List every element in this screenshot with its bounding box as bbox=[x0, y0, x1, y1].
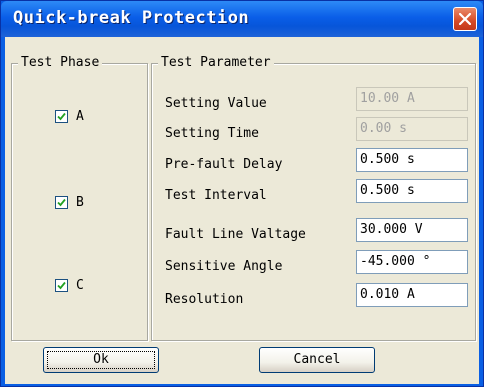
phase-c-checkbox[interactable]: C bbox=[55, 278, 84, 293]
setting-value-label: Setting Value bbox=[165, 96, 267, 111]
dialog-body: Test Phase A B C Test Parameter Setting … bbox=[5, 37, 479, 384]
phase-a-label: A bbox=[76, 109, 84, 124]
window-title: Quick-break Protection bbox=[13, 8, 250, 28]
phase-a-checkbox[interactable]: A bbox=[55, 109, 84, 124]
checkbox-box[interactable] bbox=[55, 110, 68, 123]
test-interval-field[interactable]: 0.500 s bbox=[356, 179, 468, 203]
setting-value-field: 10.00 A bbox=[356, 87, 468, 111]
resolution-label: Resolution bbox=[165, 292, 244, 307]
ok-button[interactable]: Ok bbox=[43, 347, 159, 373]
test-interval-label: Test Interval bbox=[165, 188, 267, 203]
close-button[interactable] bbox=[453, 7, 477, 31]
resolution-field[interactable]: 0.010 A bbox=[356, 283, 468, 307]
phase-b-checkbox[interactable]: B bbox=[55, 195, 84, 210]
phase-b-label: B bbox=[76, 195, 84, 210]
cancel-button[interactable]: Cancel bbox=[259, 347, 375, 373]
setting-time-label: Setting Time bbox=[165, 126, 259, 141]
checkbox-box[interactable] bbox=[55, 279, 68, 292]
dialog-window: Quick-break Protection Test Phase A B C … bbox=[0, 0, 484, 387]
sensitive-angle-field[interactable]: -45.000 ° bbox=[356, 250, 468, 274]
pre-fault-delay-field[interactable]: 0.500 s bbox=[356, 148, 468, 172]
sensitive-angle-label: Sensitive Angle bbox=[165, 259, 283, 274]
test-parameter-label: Test Parameter bbox=[158, 55, 274, 70]
title-bar[interactable]: Quick-break Protection bbox=[1, 1, 483, 37]
checkbox-box[interactable] bbox=[55, 196, 68, 209]
pre-fault-delay-label: Pre-fault Delay bbox=[165, 157, 283, 172]
fault-line-voltage-label: Fault Line Valtage bbox=[165, 227, 306, 242]
setting-time-field: 0.00 s bbox=[356, 117, 468, 141]
phase-c-label: C bbox=[76, 278, 84, 293]
test-phase-label: Test Phase bbox=[18, 55, 103, 70]
fault-line-voltage-field[interactable]: 30.000 V bbox=[356, 218, 468, 242]
